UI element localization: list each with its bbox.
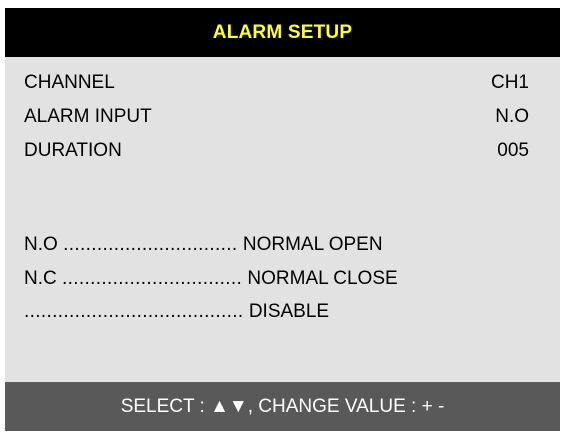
- legend-leader: ...............................: [63, 234, 238, 255]
- legend-key: N.C: [24, 268, 62, 289]
- legend-item-normal-close: N.C ................................ NOR…: [24, 266, 398, 292]
- setting-value[interactable]: N.O: [495, 104, 529, 130]
- legend-meaning: NORMAL CLOSE: [247, 268, 398, 289]
- setting-value[interactable]: 005: [497, 138, 529, 164]
- setting-row-alarm-input[interactable]: ALARM INPUT N.O: [24, 104, 529, 130]
- legend-item-disable: ....................................... …: [24, 299, 329, 325]
- key-hint: SELECT : ▲▼, CHANGE VALUE : + -: [120, 395, 445, 417]
- legend-item-normal-open: N.O ............................... NORM…: [24, 232, 383, 258]
- legend-leader: ................................: [62, 268, 243, 289]
- title-bar: ALARM SETUP: [5, 8, 560, 57]
- legend-key: N.O: [24, 234, 64, 255]
- legend-meaning: DISABLE: [248, 301, 330, 322]
- setting-label: CHANNEL: [24, 72, 115, 93]
- setting-row-duration[interactable]: DURATION 005: [24, 138, 529, 164]
- setting-row-channel[interactable]: CHANNEL CH1: [24, 70, 529, 96]
- setting-value[interactable]: CH1: [491, 70, 529, 96]
- legend-leader: .......................................: [24, 301, 244, 322]
- alarm-setup-panel: ALARM SETUP CHANNEL CH1 ALARM INPUT N.O …: [5, 8, 560, 431]
- setting-label: ALARM INPUT: [24, 106, 152, 127]
- page-title: ALARM SETUP: [212, 21, 353, 43]
- legend-meaning: NORMAL OPEN: [242, 234, 383, 255]
- footer-bar: SELECT : ▲▼, CHANGE VALUE : + -: [5, 382, 560, 431]
- setting-label: DURATION: [24, 140, 122, 161]
